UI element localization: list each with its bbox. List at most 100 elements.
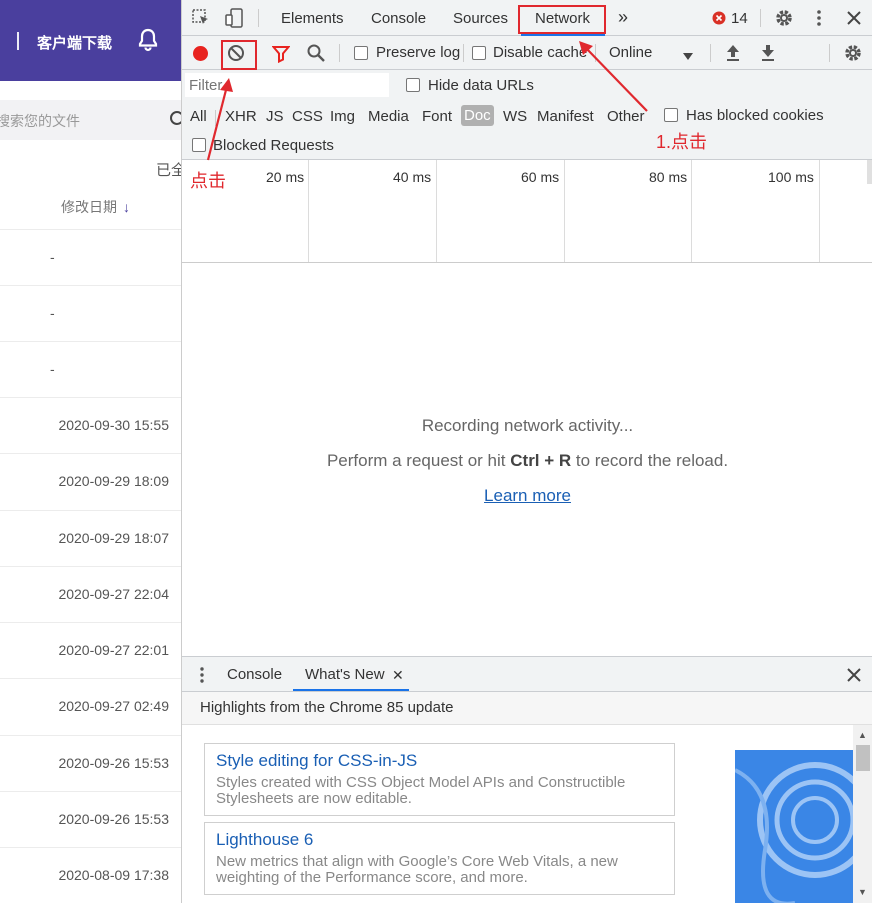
disable-cache-checkbox[interactable] <box>472 46 486 60</box>
whats-new-card[interactable]: Lighthouse 6 New metrics that align with… <box>204 822 675 895</box>
tab-console[interactable]: Console <box>371 10 426 27</box>
file-search[interactable]: 搜索您的文件 <box>0 100 181 140</box>
whats-new-card[interactable]: Style editing for CSS-in-JS Styles creat… <box>204 743 675 816</box>
filter-type-xhr[interactable]: XHR <box>225 108 257 125</box>
blocked-requests-checkbox[interactable] <box>192 138 206 152</box>
tab-elements[interactable]: Elements <box>281 10 344 27</box>
table-row[interactable]: 2020-08-09 17:38 <box>0 847 181 903</box>
timeline-tick-label: 80 ms <box>649 169 688 185</box>
row-date: 2020-09-27 02:49 <box>58 698 169 714</box>
modified-date-header[interactable]: 修改日期 ↓ <box>61 197 130 217</box>
network-tab-highlight <box>518 5 606 34</box>
drawer-scrollbar[interactable]: ▲ ▼ <box>853 725 872 903</box>
learn-more-link[interactable]: Learn more <box>484 486 571 505</box>
table-row[interactable]: 2020-09-29 18:09 <box>0 453 181 509</box>
network-overview-timeline[interactable]: 20 ms 40 ms 60 ms 80 ms 100 ms <box>182 160 872 263</box>
card-title[interactable]: Lighthouse 6 <box>216 830 313 850</box>
row-date: - <box>50 305 55 321</box>
search-placeholder: 搜索您的文件 <box>0 113 80 129</box>
timeline-tick <box>308 160 309 262</box>
table-row[interactable]: 2020-09-27 22:01 <box>0 622 181 678</box>
row-date: 2020-09-29 18:09 <box>58 473 169 489</box>
card-description: Styles created with CSS Object Model API… <box>216 774 626 807</box>
arrow-down-icon[interactable]: ↓ <box>123 199 130 215</box>
close-devtools-icon[interactable] <box>847 11 861 30</box>
client-download-link[interactable]: 客户端下载 <box>37 32 112 53</box>
export-har-icon[interactable] <box>760 44 776 67</box>
filter-type-ws[interactable]: WS <box>503 108 527 125</box>
learn-more-row: Learn more <box>182 486 872 506</box>
toolbar-divider <box>829 44 830 62</box>
selected-all-label: 已全 <box>156 162 181 179</box>
table-row[interactable]: - <box>0 285 181 341</box>
table-row[interactable]: 2020-09-29 18:07 <box>0 510 181 566</box>
table-row[interactable]: 2020-09-26 15:53 <box>0 735 181 791</box>
timeline-tick <box>819 160 820 262</box>
inspect-element-icon[interactable] <box>192 9 210 32</box>
drawer-tab-console[interactable]: Console <box>227 666 282 683</box>
search-icon[interactable] <box>168 110 181 133</box>
device-toolbar-icon[interactable] <box>224 8 244 33</box>
bell-icon[interactable] <box>136 28 160 57</box>
filter-type-manifest[interactable]: Manifest <box>537 108 594 125</box>
scroll-up-arrow-icon[interactable]: ▲ <box>858 730 867 740</box>
import-har-icon[interactable] <box>725 44 741 67</box>
clear-button-highlight <box>221 40 257 70</box>
whats-new-content: Style editing for CSS-in-JS Styles creat… <box>182 725 872 903</box>
filter-input[interactable] <box>185 73 389 97</box>
table-row[interactable]: 2020-09-26 15:53 <box>0 791 181 847</box>
click-annotation: 点击 <box>190 171 226 191</box>
card-title[interactable]: Style editing for CSS-in-JS <box>216 751 417 771</box>
error-count[interactable]: 14 <box>731 10 748 27</box>
timeline-scroll-handle[interactable] <box>867 160 872 184</box>
settings-gear-icon[interactable] <box>774 8 794 33</box>
filter-type-doc[interactable]: Doc <box>461 105 494 126</box>
release-video-thumbnail[interactable] <box>735 750 853 903</box>
drawer-tab-bar: Console What's New ✕ <box>182 656 872 692</box>
header-divider <box>17 32 19 50</box>
timeline-tick-label: 60 ms <box>521 169 560 185</box>
whats-new-heading: Highlights from the Chrome 85 update <box>200 699 454 716</box>
filter-type-media[interactable]: Media <box>368 108 409 125</box>
filter-funnel-icon[interactable] <box>271 45 291 68</box>
throttling-select[interactable]: Online <box>609 44 652 61</box>
devtools-panel: Elements Console Sources Network » 14 Pr… <box>181 0 872 903</box>
row-date: - <box>50 361 55 377</box>
filter-type-font[interactable]: Font <box>422 108 452 125</box>
close-tab-icon[interactable]: ✕ <box>392 667 404 684</box>
filter-type-all[interactable]: All <box>190 108 207 125</box>
drawer-tab-whats-new[interactable]: What's New <box>305 666 385 683</box>
close-drawer-icon[interactable] <box>847 668 861 687</box>
has-blocked-cookies-checkbox[interactable] <box>664 108 678 122</box>
reload-hint-after: to record the reload. <box>571 451 729 470</box>
timeline-tick-label: 40 ms <box>393 169 432 185</box>
table-row[interactable]: - <box>0 229 181 285</box>
scrollbar-thumb[interactable] <box>856 745 870 771</box>
hide-data-urls-checkbox[interactable] <box>406 78 420 92</box>
search-icon[interactable] <box>307 44 325 67</box>
reload-shortcut: Ctrl + R <box>510 451 572 470</box>
reload-hint: Perform a request or hit Ctrl + R to rec… <box>182 451 872 471</box>
filter-type-other[interactable]: Other <box>607 108 645 125</box>
tab-sources[interactable]: Sources <box>453 10 508 27</box>
tab-divider <box>258 9 259 27</box>
more-tabs-button[interactable]: » <box>618 7 628 28</box>
filter-type-js[interactable]: JS <box>266 108 284 125</box>
row-date: 2020-09-30 15:55 <box>58 417 169 433</box>
dropdown-arrow-icon[interactable] <box>683 48 693 66</box>
table-row[interactable]: 2020-09-27 22:04 <box>0 566 181 622</box>
table-row[interactable]: - <box>0 341 181 397</box>
network-settings-gear-icon[interactable] <box>843 43 863 68</box>
record-icon[interactable] <box>193 46 208 61</box>
table-row[interactable]: 2020-09-27 02:49 <box>0 678 181 734</box>
kebab-menu-icon[interactable] <box>816 8 822 33</box>
preserve-log-checkbox[interactable] <box>354 46 368 60</box>
filter-type-img[interactable]: Img <box>330 108 355 125</box>
drawer-menu-icon[interactable] <box>199 666 205 689</box>
filter-type-css[interactable]: CSS <box>292 108 323 125</box>
error-icon[interactable] <box>712 11 726 30</box>
scroll-down-arrow-icon[interactable]: ▼ <box>858 887 867 897</box>
table-row[interactable]: 2020-09-30 15:55 <box>0 397 181 453</box>
timeline-tick <box>436 160 437 262</box>
preserve-log-label: Preserve log <box>376 44 461 61</box>
